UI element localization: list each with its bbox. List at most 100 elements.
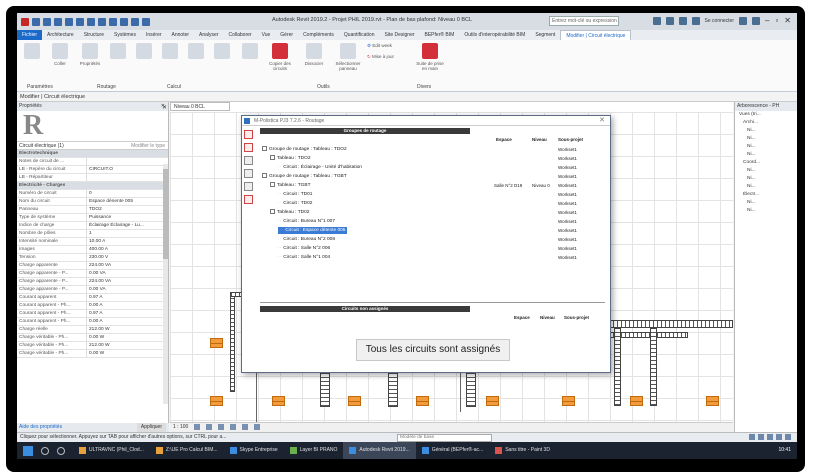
browser-item[interactable]: Électr... <box>735 191 797 199</box>
select-panel-button[interactable]: Sélectionner panneau <box>333 43 363 71</box>
property-row[interactable]: Indice de charge Éclairage Éclairage - Lu… <box>17 222 168 230</box>
browser-item[interactable]: Ni... <box>735 207 797 215</box>
exchange-icon[interactable] <box>739 16 747 25</box>
exit-icon[interactable] <box>244 195 253 204</box>
crop-icon[interactable] <box>242 424 249 430</box>
routing-item-label[interactable]: ·· Circuit : TD02 <box>278 200 312 207</box>
temporary-hide-icon[interactable] <box>254 424 261 430</box>
browser-item[interactable]: Ni... <box>735 167 797 175</box>
rotate-button[interactable] <box>107 43 129 61</box>
array-button[interactable] <box>159 43 181 61</box>
apply-button[interactable]: Appliquer <box>136 423 166 432</box>
property-row[interactable]: Charge apparente - P... 0.00 VA <box>17 286 168 294</box>
routing-item-label[interactable]: ·· Circuit : Salle N°1 004 <box>278 254 330 261</box>
search-input[interactable]: Entrez mot-clé ou expression <box>549 16 619 26</box>
tab-7[interactable]: Collaborer <box>223 30 256 40</box>
property-row[interactable]: Numéro de circuit 0 <box>17 190 168 198</box>
property-row[interactable]: LB - Repère du circuit CIRCUIT.O <box>17 166 168 174</box>
electrical-fixture[interactable] <box>416 396 429 406</box>
property-row[interactable]: Courant apparent - Ph... 0.00 A <box>17 318 168 326</box>
cable-tray[interactable] <box>614 328 621 406</box>
electrical-fixture[interactable] <box>210 396 223 406</box>
select-links-icon[interactable] <box>758 434 764 440</box>
cable-tray[interactable] <box>388 372 398 407</box>
routing-item-label[interactable]: ·· Circuit : Bureau N°2 008 <box>278 236 335 243</box>
scale-button[interactable] <box>185 43 207 61</box>
select-pinned-icon[interactable] <box>776 434 782 440</box>
property-row[interactable]: Intensité nominale 10.00 A <box>17 238 168 246</box>
switch-windows-icon[interactable] <box>142 17 150 26</box>
tab-0[interactable]: Fichier <box>17 30 43 40</box>
cable-tray[interactable] <box>320 372 330 407</box>
tab-13[interactable]: BEPfer® BIM <box>420 30 460 40</box>
taskbar-app[interactable]: Z:\UE Pro Calcul BIM... <box>150 442 224 459</box>
windows-start-icon[interactable] <box>23 445 33 456</box>
property-row[interactable]: LB - Répartiteur <box>17 174 168 182</box>
pin-button[interactable] <box>211 43 233 61</box>
close-icon[interactable]: ✕ <box>599 116 605 126</box>
property-value[interactable]: 230.00 V <box>87 254 168 261</box>
routing-item-label[interactable]: Groupe de routage : Tableau : TDO2 <box>262 146 347 153</box>
browser-item[interactable]: Ni... <box>735 151 797 159</box>
tab-15[interactable]: Segment <box>530 30 560 40</box>
taskbar-app[interactable]: Skype Entreprise <box>224 442 284 459</box>
sync-icon[interactable] <box>54 17 62 26</box>
tab-8[interactable]: Vue <box>257 30 276 40</box>
browser-item[interactable]: Ni... <box>735 135 797 143</box>
visual-style-icon[interactable] <box>206 424 213 430</box>
property-row[interactable]: Notes de circuit de ... <box>17 158 168 166</box>
electrical-fixture[interactable] <box>210 338 223 348</box>
routing-item-label[interactable]: ·· Circuit : Éclairage - Unité d'habitati… <box>278 164 362 171</box>
help-icon[interactable] <box>752 16 760 25</box>
select-underlay-icon[interactable] <box>767 434 773 440</box>
electrical-fixture[interactable] <box>486 396 499 406</box>
tab-6[interactable]: Analyser <box>194 30 223 40</box>
assign-icon[interactable] <box>244 143 253 152</box>
copy-circuits-button[interactable]: Copier des circuits <box>265 43 295 71</box>
property-row[interactable]: Charge apparente - P... 224.00 VA <box>17 278 168 286</box>
routing-item-label[interactable]: Tableau : TD02 <box>270 209 309 216</box>
property-value[interactable]: 224.00 VA <box>87 262 168 269</box>
cable-tray[interactable] <box>466 372 476 407</box>
property-row[interactable]: Charge véritable - Ph... 0.00 W <box>17 334 168 342</box>
property-row[interactable]: Charge apparente - P... 0.00 VA <box>17 270 168 278</box>
section-icon[interactable] <box>131 17 139 26</box>
type-filter[interactable]: Circuit électrique (1) Modifier le type <box>17 141 168 150</box>
property-value[interactable]: 0.00 W <box>87 350 168 357</box>
routing-row[interactable]: ·· Circuit : Salle N°2 006 Workset1 <box>260 245 605 252</box>
taskbar-app[interactable]: Autodesk Revit 2019... <box>343 442 416 459</box>
property-group[interactable]: Electrotechnique <box>17 150 168 158</box>
type-selector-logo[interactable]: R <box>17 111 168 141</box>
property-row[interactable]: Images 400.00 A <box>17 246 168 254</box>
star-icon[interactable] <box>678 16 687 25</box>
tab-1[interactable]: Architecture <box>42 30 79 40</box>
routing-row[interactable]: ·· Circuit : Éclairage - Unité d'habitati… <box>260 164 605 171</box>
electrical-fixture[interactable] <box>348 396 361 406</box>
checkbox[interactable] <box>270 182 275 188</box>
measure-icon[interactable] <box>98 17 106 26</box>
electrical-fixture[interactable] <box>630 396 643 406</box>
edit-week-option[interactable]: ⚙ Edit week <box>367 43 407 49</box>
mirror-button[interactable] <box>133 43 155 61</box>
taskbar-app[interactable]: Layer BI PRANO <box>284 442 344 459</box>
text-icon[interactable] <box>109 17 117 26</box>
cable-tray[interactable] <box>230 292 235 392</box>
close-icon[interactable]: ✕ <box>162 104 167 112</box>
filter-icon[interactable] <box>749 434 755 440</box>
property-value[interactable]: TDO2 <box>87 206 168 213</box>
minimize-icon[interactable]: – <box>765 16 769 25</box>
routing-item-label[interactable]: Tableau : TGBT <box>270 182 311 189</box>
subscription-icon[interactable] <box>665 16 674 25</box>
property-row[interactable]: Charge apparente 224.00 VA <box>17 262 168 270</box>
property-value[interactable]: 0 <box>87 190 168 197</box>
view-tab[interactable]: ✕ Niveau 0 BCL <box>162 102 230 111</box>
checkbox[interactable] <box>270 155 275 161</box>
electrical-fixture[interactable] <box>706 396 719 406</box>
routing-row[interactable]: Groupe de routage : Tableau : TDO2 Workse… <box>260 146 605 153</box>
property-value[interactable]: 0.00 A <box>87 302 168 309</box>
open-icon[interactable] <box>32 17 40 26</box>
property-value[interactable]: CIRCUIT.O <box>87 166 168 173</box>
property-value[interactable]: 0.00 VA <box>87 286 168 293</box>
shadows-icon[interactable] <box>230 424 237 430</box>
property-row[interactable]: Charge véritable - Ph... 212.00 W <box>17 342 168 350</box>
